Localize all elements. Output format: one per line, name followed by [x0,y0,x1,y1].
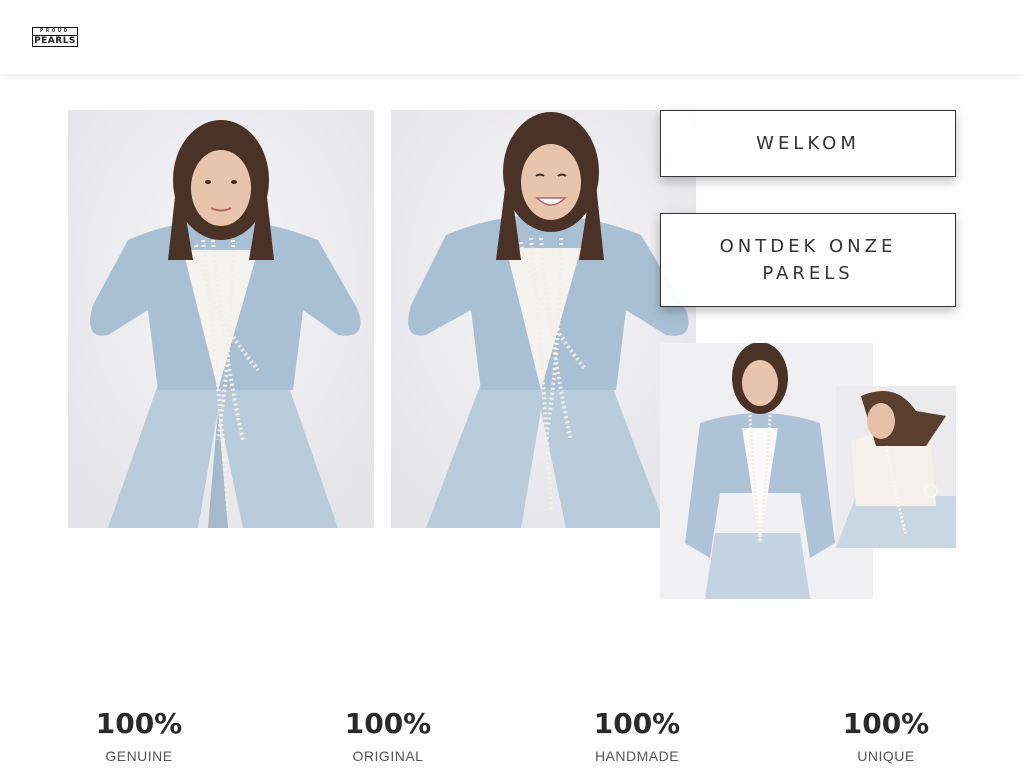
stat-value: 100% [344,707,432,740]
stat-value: 100% [593,707,681,740]
stats-section: 100% GENUINE 100% ORIGINAL 100% HANDMADE… [0,700,1024,768]
proud-pearls-logo[interactable]: PROUD PEARLS [32,27,78,47]
stat-genuine: 100% GENUINE [59,706,219,766]
welkom-label: WELKOM [756,133,860,154]
logo-bottom-text: PEARLS [34,35,76,46]
welkom-button[interactable]: WELKOM [660,110,956,177]
stat-unique: 100% UNIQUE [806,706,966,766]
stat-original: 100% ORIGINAL [308,706,468,766]
discover-pearls-label: ONTDEK ONZE PARELS [719,236,897,284]
discover-pearls-button[interactable]: ONTDEK ONZE PARELS [660,213,956,307]
logo-top-text: PROUD [33,28,77,36]
stat-label: GENUINE [105,748,173,764]
site-header: PROUD PEARLS [0,0,1024,74]
stat-handmade: 100% HANDMADE [557,706,717,766]
stat-label: HANDMADE [594,748,680,764]
model-photo-seated [836,386,956,548]
model-photo-crouching [68,110,374,528]
stat-value: 100% [95,707,183,740]
stat-label: ORIGINAL [352,748,424,764]
stat-value: 100% [842,707,930,740]
stat-label: UNIQUE [857,748,915,764]
model-photo-smiling [391,110,696,528]
